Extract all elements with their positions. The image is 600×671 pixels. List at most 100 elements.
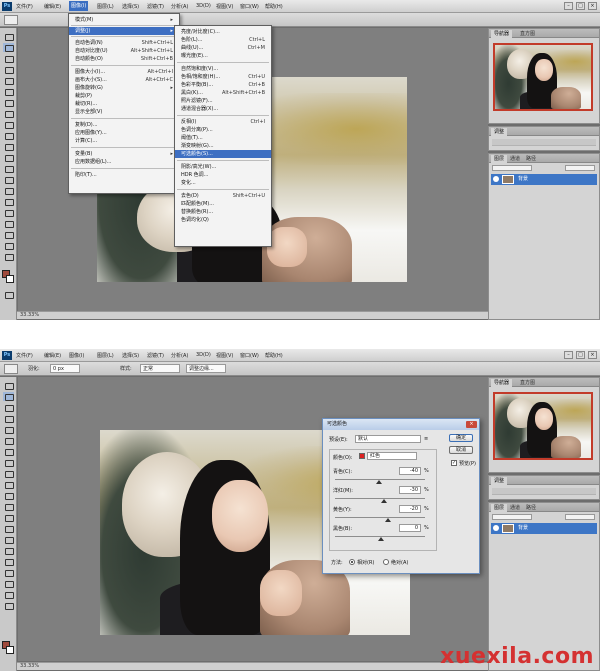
menu-view[interactable]: 视图(V) — [216, 3, 233, 10]
menu-item-image-rotation[interactable]: 图像旋转(G) ▸ — [69, 84, 179, 92]
tab-adjustments-2[interactable]: 调整 — [491, 477, 508, 485]
menu-help[interactable]: 帮助(H) — [265, 3, 283, 10]
hand-tool-icon-2[interactable] — [3, 590, 14, 599]
menu-window[interactable]: 窗口(W) — [240, 3, 259, 10]
menu-analysis-2[interactable]: 分析(A) — [171, 352, 188, 359]
shape-tool-icon-2[interactable] — [3, 568, 14, 577]
menu-item-levels[interactable]: 色阶(L)... Ctrl+L — [175, 36, 271, 44]
magenta-slider-track[interactable] — [335, 498, 425, 499]
menu-item-gradient-map[interactable]: 渐变映射(G)... — [175, 142, 271, 150]
menu-item-vibrance[interactable]: 自然饱和度(V)... — [175, 65, 271, 73]
crop-tool-icon[interactable] — [3, 76, 14, 85]
menu-item-adjustments[interactable]: 调整(J) ▸ — [69, 27, 179, 35]
hand-tool-icon[interactable] — [3, 241, 14, 250]
gradient-tool-icon[interactable] — [3, 153, 14, 162]
tab-navigator[interactable]: 导航器 — [491, 30, 513, 38]
menu-help-2[interactable]: 帮助(H) — [265, 352, 283, 359]
tab-channels[interactable]: 通道 — [507, 155, 523, 163]
menu-item-black-white[interactable]: 黑白(K)... Alt+Shift+Ctrl+B — [175, 89, 271, 97]
quick-select-tool-icon-2[interactable] — [3, 414, 14, 423]
eyedropper-tool-icon-2[interactable] — [3, 436, 14, 445]
menu-item-image-size[interactable]: 图像大小(I)... Alt+Ctrl+I — [69, 68, 179, 76]
menu-item-selective-color[interactable]: 可选颜色(S)... — [175, 150, 271, 158]
gradient-tool-icon-2[interactable] — [3, 502, 14, 511]
menu-select-2[interactable]: 选择(S) — [122, 352, 139, 359]
dodge-tool-icon-2[interactable] — [3, 524, 14, 533]
refine-edge-button[interactable]: 调整边缘... — [186, 364, 226, 373]
menu-item-desaturate[interactable]: 去色(D) Shift+Ctrl+U — [175, 192, 271, 200]
menu-item-replace-color[interactable]: 替换颜色(R)... — [175, 208, 271, 216]
menu-item-apply-data-set[interactable]: 应用数据组(L)... — [69, 158, 179, 166]
eraser-tool-icon[interactable] — [3, 142, 14, 151]
clone-stamp-tool-icon-2[interactable] — [3, 469, 14, 478]
background-color-swatch[interactable] — [6, 275, 14, 283]
healing-brush-tool-icon-2[interactable] — [3, 447, 14, 456]
brush-tool-icon-2[interactable] — [3, 458, 14, 467]
marquee-tool-icon[interactable] — [3, 43, 14, 52]
minimize-icon[interactable]: – — [564, 2, 573, 10]
tool-preset-picker[interactable] — [4, 15, 18, 25]
crop-tool-icon-2[interactable] — [3, 425, 14, 434]
eraser-tool-icon-2[interactable] — [3, 491, 14, 500]
pen-tool-icon-2[interactable] — [3, 535, 14, 544]
3d-rotate-tool-icon-2[interactable] — [3, 579, 14, 588]
menu-image[interactable]: 图像(I) — [69, 1, 89, 11]
colors-select[interactable]: 红色 — [367, 452, 417, 460]
menu-item-crop[interactable]: 裁剪(P) — [69, 92, 179, 100]
pen-tool-icon[interactable] — [3, 186, 14, 195]
marquee-tool-icon-2[interactable] — [3, 392, 14, 401]
menu-3d[interactable]: 3D(D) — [196, 3, 211, 9]
visibility-eye-icon-2[interactable] — [493, 525, 499, 531]
black-value[interactable]: 0 — [399, 524, 421, 532]
style-select[interactable]: 正常 — [140, 364, 180, 373]
close-icon[interactable]: × — [588, 2, 597, 10]
type-tool-icon-2[interactable] — [3, 546, 14, 555]
magenta-value[interactable]: -30 — [399, 486, 421, 494]
menu-window-2[interactable]: 窗口(W) — [240, 352, 259, 359]
menu-analysis[interactable]: 分析(A) — [171, 3, 188, 10]
menu-edit-2[interactable]: 编辑(E) — [44, 352, 61, 359]
history-brush-tool-icon[interactable] — [3, 131, 14, 140]
menu-layer-2[interactable]: 图层(L) — [97, 352, 114, 359]
menu-select[interactable]: 选择(S) — [122, 3, 139, 10]
minimize-icon-2[interactable]: – — [564, 351, 573, 359]
menu-item-duplicate[interactable]: 复制(D)... — [69, 121, 179, 129]
yellow-slider-track[interactable] — [335, 517, 425, 518]
menu-item-invert[interactable]: 反相(I) Ctrl+I — [175, 118, 271, 126]
menu-item-apply-image[interactable]: 应用图像(Y)... — [69, 129, 179, 137]
menu-layer[interactable]: 图层(L) — [97, 3, 114, 10]
blur-tool-icon-2[interactable] — [3, 513, 14, 522]
navigator-preview[interactable] — [493, 43, 593, 111]
maximize-icon-2[interactable]: □ — [576, 351, 585, 359]
quick-select-tool-icon[interactable] — [3, 65, 14, 74]
menu-image-2[interactable]: 图像(I) — [69, 352, 84, 359]
tab-channels-2[interactable]: 通道 — [507, 504, 523, 512]
menu-filter-2[interactable]: 滤镜(T) — [147, 352, 164, 359]
menu-item-match-color[interactable]: 匹配颜色(M)... — [175, 200, 271, 208]
tool-preset-picker-2[interactable] — [4, 364, 18, 374]
zoom-tool-icon-2[interactable] — [3, 601, 14, 610]
background-color-swatch-2[interactable] — [6, 646, 14, 654]
dialog-close-icon[interactable]: × — [466, 421, 477, 428]
dodge-tool-icon[interactable] — [3, 175, 14, 184]
menu-edit[interactable]: 编辑(E) — [44, 3, 61, 10]
menu-item-equalize[interactable]: 色调均化(Q) — [175, 216, 271, 224]
healing-brush-tool-icon[interactable] — [3, 98, 14, 107]
shape-tool-icon[interactable] — [3, 219, 14, 228]
blend-mode-select-2[interactable] — [492, 514, 532, 520]
menu-item-brightness-contrast[interactable]: 亮度/对比度(C)... — [175, 28, 271, 36]
menu-view-2[interactable]: 视图(V) — [216, 352, 233, 359]
history-brush-tool-icon-2[interactable] — [3, 480, 14, 489]
menu-item-trim[interactable]: 裁切(R)... — [69, 100, 179, 108]
preview-checkbox[interactable]: ✓ — [451, 460, 457, 466]
black-slider-knob[interactable] — [378, 537, 384, 541]
feather-field[interactable]: 0 px — [50, 364, 80, 373]
blur-tool-icon[interactable] — [3, 164, 14, 173]
tab-paths[interactable]: 路径 — [523, 155, 539, 163]
layer-row-background[interactable]: 背景 — [491, 174, 597, 185]
menu-item-calculations[interactable]: 计算(C)... — [69, 137, 179, 145]
menu-item-trap[interactable]: 陷印(T)... — [69, 171, 179, 179]
menu-filter[interactable]: 滤镜(T) — [147, 3, 164, 10]
tab-layers-2[interactable]: 图层 — [491, 504, 508, 512]
3d-rotate-tool-icon[interactable] — [3, 230, 14, 239]
